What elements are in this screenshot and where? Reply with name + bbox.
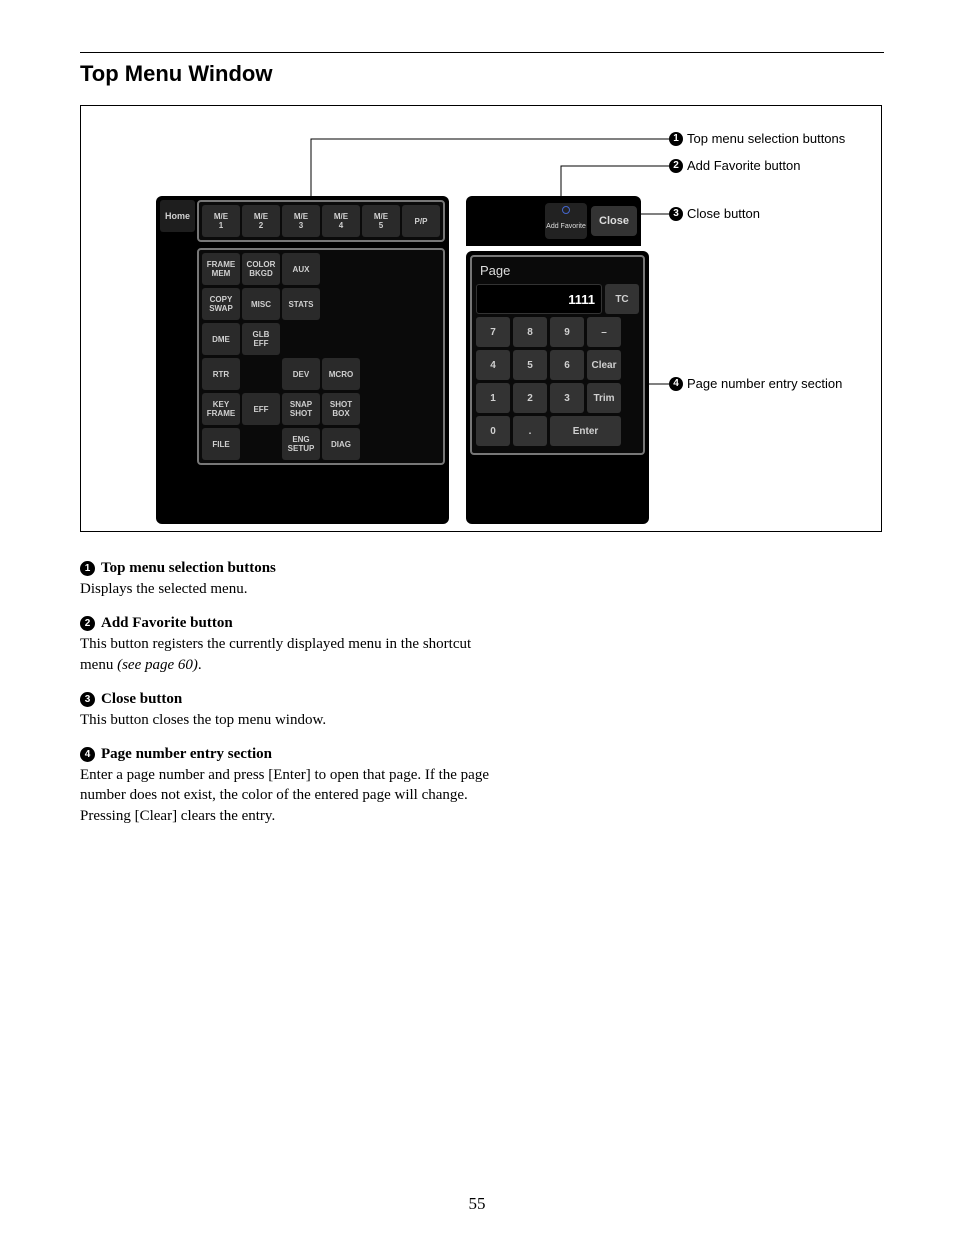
menu-eff[interactable]: EFF bbox=[242, 393, 280, 425]
keypad-6[interactable]: 6 bbox=[550, 350, 584, 380]
menu-empty bbox=[362, 393, 400, 425]
keypad-0[interactable]: 0 bbox=[476, 416, 510, 446]
keypad-title: Page bbox=[476, 261, 639, 284]
menu-dev[interactable]: DEV bbox=[282, 358, 320, 390]
menu-diag[interactable]: DIAG bbox=[322, 428, 360, 460]
menu-misc[interactable]: MISC bbox=[242, 288, 280, 320]
menu-file[interactable]: FILE bbox=[202, 428, 240, 460]
menu-frame-mem[interactable]: FRAME MEM bbox=[202, 253, 240, 285]
callout-3-text: Close button bbox=[687, 206, 760, 221]
menu-empty bbox=[362, 253, 400, 285]
menu-mcro[interactable]: MCRO bbox=[322, 358, 360, 390]
menu-empty bbox=[282, 323, 320, 355]
menu-dme[interactable]: DME bbox=[202, 323, 240, 355]
desc-body-4: Enter a page number and press [Enter] to… bbox=[80, 765, 500, 826]
keypad-display: 1111 bbox=[476, 284, 602, 314]
menu-empty bbox=[362, 323, 400, 355]
keypad-enter[interactable]: Enter bbox=[550, 416, 621, 446]
keypad-clear[interactable]: Clear bbox=[587, 350, 621, 380]
keypad-3[interactable]: 3 bbox=[550, 383, 584, 413]
desc-head-1: 1Top menu selection buttons bbox=[80, 560, 500, 577]
menu-eng-setup[interactable]: ENG SETUP bbox=[282, 428, 320, 460]
menu-me4[interactable]: M/E 4 bbox=[322, 205, 360, 237]
keypad-tc[interactable]: TC bbox=[605, 284, 639, 314]
menu-me1[interactable]: M/E 1 bbox=[202, 205, 240, 237]
menu-glb-eff[interactable]: GLB EFF bbox=[242, 323, 280, 355]
figure: 1 Top menu selection buttons 2 Add Favor… bbox=[80, 105, 882, 532]
keypad-1[interactable]: 1 bbox=[476, 383, 510, 413]
home-button[interactable]: Home bbox=[160, 200, 195, 232]
menu-rtr[interactable]: RTR bbox=[202, 358, 240, 390]
menu-empty bbox=[242, 358, 280, 390]
keypad-4[interactable]: 4 bbox=[476, 350, 510, 380]
keypad-5[interactable]: 5 bbox=[513, 350, 547, 380]
page-number: 55 bbox=[0, 1194, 954, 1214]
menu-empty bbox=[402, 393, 440, 425]
keypad-trim[interactable]: Trim bbox=[587, 383, 621, 413]
keypad-8[interactable]: 8 bbox=[513, 317, 547, 347]
keypad-9[interactable]: 9 bbox=[550, 317, 584, 347]
menu-copy-swap[interactable]: COPY SWAP bbox=[202, 288, 240, 320]
desc-head-2: 2Add Favorite button bbox=[80, 615, 500, 632]
menu-shot-box[interactable]: SHOT BOX bbox=[322, 393, 360, 425]
menu-empty bbox=[322, 253, 360, 285]
menu-pp[interactable]: P/P bbox=[402, 205, 440, 237]
close-button[interactable]: Close bbox=[591, 206, 637, 236]
desc-head-3: 3Close button bbox=[80, 691, 500, 708]
menu-me3[interactable]: M/E 3 bbox=[282, 205, 320, 237]
callout-4-num: 4 bbox=[669, 377, 683, 391]
menu-snap-shot[interactable]: SNAP SHOT bbox=[282, 393, 320, 425]
keypad-7[interactable]: 7 bbox=[476, 317, 510, 347]
menu-me2[interactable]: M/E 2 bbox=[242, 205, 280, 237]
desc-body-1: Displays the selected menu. bbox=[80, 579, 500, 599]
menu-empty bbox=[322, 288, 360, 320]
keypad-2[interactable]: 2 bbox=[513, 383, 547, 413]
desc-head-4: 4Page number entry section bbox=[80, 746, 500, 763]
menu-empty bbox=[362, 288, 400, 320]
keypad-dot[interactable]: . bbox=[513, 416, 547, 446]
menu-aux[interactable]: AUX bbox=[282, 253, 320, 285]
callout-4-text: Page number entry section bbox=[687, 376, 842, 391]
menu-color-bkgd[interactable]: COLOR BKGD bbox=[242, 253, 280, 285]
menu-empty bbox=[402, 253, 440, 285]
menu-empty bbox=[402, 358, 440, 390]
page-title: Top Menu Window bbox=[80, 61, 884, 87]
keypad-–[interactable]: – bbox=[587, 317, 621, 347]
menu-me5[interactable]: M/E 5 bbox=[362, 205, 400, 237]
add-favorite-button[interactable]: Add Favorite bbox=[545, 203, 587, 239]
desc-body-2: This button registers the currently disp… bbox=[80, 634, 500, 675]
callout-1-num: 1 bbox=[669, 132, 683, 146]
menu-empty bbox=[402, 428, 440, 460]
menu-empty bbox=[242, 428, 280, 460]
callout-2-text: Add Favorite button bbox=[687, 158, 800, 173]
callout-3-num: 3 bbox=[669, 207, 683, 221]
desc-body-3: This button closes the top menu window. bbox=[80, 710, 500, 730]
menu-stats[interactable]: STATS bbox=[282, 288, 320, 320]
menu-empty bbox=[322, 323, 360, 355]
callout-1-text: Top menu selection buttons bbox=[687, 131, 845, 146]
menu-empty bbox=[402, 323, 440, 355]
menu-empty bbox=[402, 288, 440, 320]
menu-empty bbox=[362, 358, 400, 390]
menu-key-frame[interactable]: KEY FRAME bbox=[202, 393, 240, 425]
menu-empty bbox=[362, 428, 400, 460]
callout-2-num: 2 bbox=[669, 159, 683, 173]
